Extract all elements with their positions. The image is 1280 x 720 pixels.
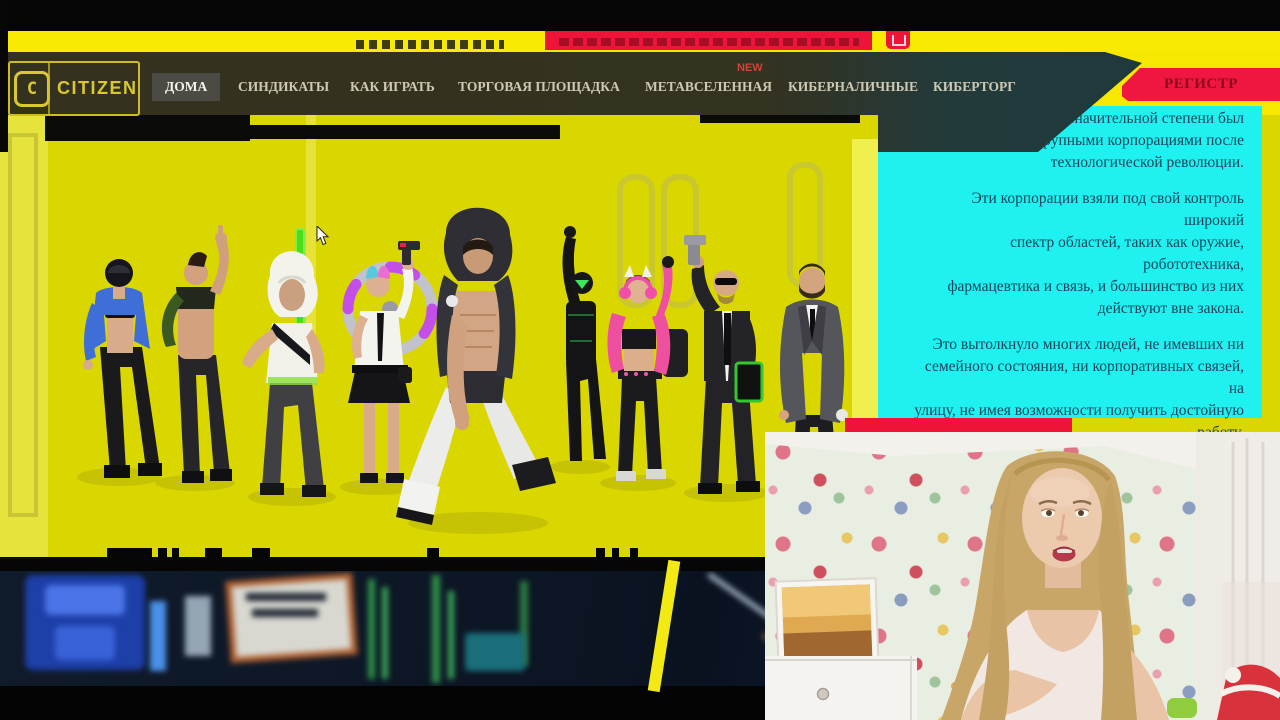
billboard [225,572,358,664]
glitch-tooth [252,548,270,558]
character-ninja [562,226,606,461]
cyan-sign [465,633,525,671]
story-paragraph-2: Эти корпорации взяли под свой контроль ш… [947,190,1244,317]
logo-c-emblem-icon: C [14,70,50,107]
photo-frame [774,577,880,669]
glitch-tooth [612,548,619,558]
webcam-overlay [765,432,1280,720]
announcement-red-banner [545,31,872,50]
blue-neon-tube [150,601,166,671]
nav-item-how-to-play[interactable]: КАК ИГРАТЬ [350,79,435,95]
nav-item-marketplace[interactable]: ТОРГОВАЯ ПЛОЩАДКА [458,79,620,95]
character-biker-woman [83,259,162,478]
left-video-edge [0,0,8,152]
santa-plush [1217,664,1280,720]
character-bald-agent [684,235,764,494]
top-letterbox-bar [0,0,1280,31]
streamer-person [941,451,1169,720]
glitch-tooth [427,548,439,558]
set-pillar-left [0,115,48,557]
glitch-tooth [596,548,605,558]
drawer-knob [816,687,830,701]
external-link-icon[interactable] [886,31,910,49]
video-frame: C CITIZEN ДОМА СИНДИКАТЫ КАК ИГРАТЬ ТОРГ… [0,0,1280,720]
logo-wordmark: CITIZEN [57,78,138,98]
logo-divider [48,63,50,114]
nav-item-home[interactable]: ДОМА [152,73,221,101]
glitch-tooth [107,548,152,558]
set-dark-sign [45,115,250,141]
site-logo[interactable]: C CITIZEN [8,61,140,116]
green-toy [1167,698,1197,718]
character-hooded-woman [242,228,326,497]
glitch-tooth [172,548,179,558]
story-text-block: который в значительной степени был крупн… [878,106,1262,441]
red-accent-bar [845,418,1072,433]
open-box-glyph [892,35,906,46]
wall-edge [1196,432,1226,720]
character-hooded-hero [396,207,556,525]
glitch-tooth [630,548,638,558]
glitch-tooth [205,548,222,558]
glitch-tooth [158,548,167,558]
character-mohawk-man [161,225,232,483]
dresser [765,656,917,720]
new-badge: NEW [737,62,763,74]
nav-item-metaverse[interactable]: МЕТАВСЕЛЕННАЯ [645,79,772,95]
mouse-cursor-icon [316,226,330,246]
hero-characters-art [0,115,880,557]
nav-item-cybertrade[interactable]: КИБЕРТОРГ [933,79,1016,95]
webcam-scene [765,432,1280,720]
green-neon-bar [368,579,375,679]
nav-item-syndicates[interactable]: СИНДИКАТЫ [238,79,329,95]
nav-item-cybercash[interactable]: КИБЕРНАЛИЧНЫЕ [788,79,918,95]
banner-clipped-text [559,38,859,46]
announcement-clipped-text [356,40,504,49]
register-button[interactable]: РЕГИСТР [1122,68,1280,101]
set-pillar-right [852,139,880,429]
